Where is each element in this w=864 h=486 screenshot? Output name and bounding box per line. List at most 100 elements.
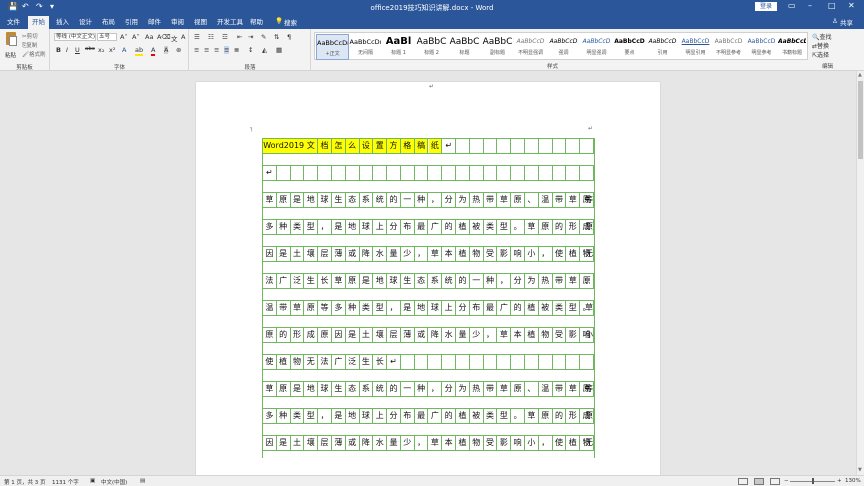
char-shading-icon[interactable]: A <box>164 46 169 54</box>
zoom-slider-thumb[interactable] <box>812 478 814 484</box>
strikethrough-button[interactable]: abc <box>85 46 95 52</box>
text-effects-icon[interactable]: A <box>122 46 126 54</box>
ribbon-display-icon[interactable]: ▭ <box>788 1 796 10</box>
format-painter-button[interactable]: 🖌格式刷 <box>22 50 46 58</box>
scroll-down-icon[interactable]: ▼ <box>858 467 862 473</box>
style-intense-reference[interactable]: AaBbCcD 明显参考 <box>745 34 778 60</box>
multilevel-list-icon[interactable]: ☲ <box>222 33 228 41</box>
tab-view[interactable]: 视图 <box>190 16 211 29</box>
vertical-scrollbar[interactable]: ▲ ▼ <box>856 71 864 475</box>
phonetic-guide-icon[interactable]: 文 <box>171 33 178 43</box>
tab-insert[interactable]: 插入 <box>52 16 73 29</box>
style-normal[interactable]: AaBbCcDı +正文 <box>316 34 349 60</box>
shading-icon[interactable]: ◭ <box>262 46 267 54</box>
tab-review[interactable]: 审阅 <box>167 16 188 29</box>
style-no-spacing[interactable]: AaBbCcDı 无间隔 <box>349 34 382 60</box>
superscript-icon[interactable]: x² <box>109 46 115 54</box>
scroll-thumb[interactable] <box>858 81 863 159</box>
macro-icon[interactable]: ▤ <box>140 478 145 484</box>
style-emphasis[interactable]: AaBbCcD 强调 <box>547 34 580 60</box>
replace-button[interactable]: ⇄替换 <box>812 41 829 50</box>
align-center-icon[interactable]: ≡ <box>204 46 209 54</box>
char-border-icon[interactable]: A <box>181 33 185 41</box>
style-strong[interactable]: AaBbCcD 要点 <box>613 34 646 60</box>
zoom-level[interactable]: 130% <box>845 478 861 484</box>
grid-cell: 原 <box>585 411 593 420</box>
tab-references[interactable]: 引用 <box>121 16 142 29</box>
style-heading-2[interactable]: AaBbC 标题 2 <box>415 34 448 60</box>
align-left-icon[interactable]: ≡ <box>194 46 199 54</box>
grow-font-icon[interactable]: A˄ <box>120 33 128 41</box>
select-button[interactable]: ⇱选择 <box>812 50 829 59</box>
style-book-title[interactable]: AaBbCcD 书籍标题 <box>778 34 806 60</box>
shrink-font-icon[interactable]: A˅ <box>132 33 140 41</box>
style-preview: AaBbCcD <box>747 38 776 45</box>
borders-icon[interactable]: ▦ <box>276 46 282 54</box>
tab-home[interactable]: 开始 <box>28 16 49 29</box>
tab-developer[interactable]: 开发工具 <box>213 16 247 29</box>
read-mode-icon[interactable] <box>738 478 748 485</box>
underline-button[interactable]: U <box>75 46 80 54</box>
grid-cell: 等 <box>318 301 332 315</box>
style-heading-1[interactable]: AaBl 标题 1 <box>382 34 415 60</box>
distributed-icon[interactable]: ≣ <box>234 46 239 54</box>
subscript-icon[interactable]: x₂ <box>98 46 104 54</box>
tell-me-search[interactable]: 搜索 <box>284 17 297 27</box>
style-title[interactable]: AaBbC 标题 <box>448 34 481 60</box>
font-size-select[interactable]: 五号 <box>97 33 117 41</box>
zoom-in-icon[interactable]: + <box>837 478 842 484</box>
paste-button-label[interactable]: 粘贴 <box>5 51 16 59</box>
grid-cell: 多 <box>263 220 277 234</box>
numbering-icon[interactable]: ☷ <box>208 33 214 41</box>
font-color-icon[interactable]: A <box>151 46 156 56</box>
maximize-icon[interactable]: □ <box>828 1 836 10</box>
highlight-icon[interactable]: ab <box>135 46 144 56</box>
italic-button[interactable]: I <box>66 46 68 54</box>
tab-file[interactable]: 文件 <box>3 16 24 29</box>
change-case-icon[interactable]: Aa <box>145 33 153 41</box>
cut-button[interactable]: ✂剪切 <box>22 32 38 40</box>
web-layout-icon[interactable] <box>770 478 780 485</box>
style-subtle-emphasis[interactable]: AaBbCcD 不明显强调 <box>514 34 547 60</box>
style-subtle-reference[interactable]: AaBbCcD 不明显参考 <box>712 34 745 60</box>
copy-button[interactable]: ⎘复制 <box>22 41 37 50</box>
style-intense-quote[interactable]: AaBbCcD 明显引用 <box>679 34 712 60</box>
line-spacing-icon[interactable]: ↕ <box>248 46 253 54</box>
sort-icon[interactable]: ⇅ <box>274 33 279 41</box>
enclose-char-icon[interactable]: ⊛ <box>176 46 181 54</box>
bold-button[interactable]: B <box>56 46 61 54</box>
document-page[interactable]: ↵ ┐ ↵ Word2019 文档怎么设置方格稿纸 ↵ ↵ 草原是地球生态系统的一种，分… <box>196 82 660 475</box>
login-button[interactable]: 登录 <box>755 2 777 11</box>
style-subtitle[interactable]: AaBbC 副标题 <box>481 34 514 60</box>
grid-row: 草原是地球生态系统的一种，分为热带草原、温带草原等 <box>263 381 594 397</box>
tab-help[interactable]: 帮助 <box>246 16 267 29</box>
bullets-icon[interactable]: ☰ <box>194 33 200 41</box>
zoom-out-icon[interactable]: − <box>784 478 789 484</box>
document-area[interactable]: ↵ ┐ ↵ Word2019 文档怎么设置方格稿纸 ↵ ↵ 草原是地球生态系统的一种，分… <box>0 71 856 475</box>
show-marks-icon[interactable]: ¶ <box>287 33 291 41</box>
chinese-layout-icon[interactable]: ✎ <box>261 33 266 41</box>
close-icon[interactable]: ✕ <box>848 1 855 10</box>
justify-icon[interactable]: ≡ <box>224 46 230 54</box>
clear-format-icon[interactable]: A⌫ <box>157 33 171 41</box>
tab-mailings[interactable]: 邮件 <box>144 16 165 29</box>
paste-icon[interactable] <box>4 32 18 50</box>
style-intense-emphasis[interactable]: AaBbCcD 明显强调 <box>580 34 613 60</box>
print-layout-icon[interactable] <box>754 478 764 485</box>
increase-indent-icon[interactable]: ⇥ <box>248 33 253 41</box>
find-button[interactable]: 🔍查找 <box>812 32 832 41</box>
minimize-icon[interactable]: – <box>808 1 812 10</box>
align-right-icon[interactable]: ≡ <box>214 46 219 54</box>
word-count[interactable]: 1131 个字 <box>52 478 79 486</box>
scroll-up-icon[interactable]: ▲ <box>858 72 862 78</box>
proofing-icon[interactable]: ▣ <box>90 478 95 484</box>
style-quote[interactable]: AaBbCcD 引用 <box>646 34 679 60</box>
tab-layout[interactable]: 布局 <box>98 16 119 29</box>
style-name: 强调 <box>558 50 569 56</box>
page-count[interactable]: 第 1 页，共 3 页 <box>4 478 46 486</box>
font-name-select[interactable]: 等线 (中文正文) <box>54 33 96 41</box>
tab-design[interactable]: 设计 <box>75 16 96 29</box>
decrease-indent-icon[interactable]: ⇤ <box>237 33 242 41</box>
share-button[interactable]: 共享 <box>840 17 853 27</box>
language[interactable]: 中文(中国) <box>101 478 127 486</box>
